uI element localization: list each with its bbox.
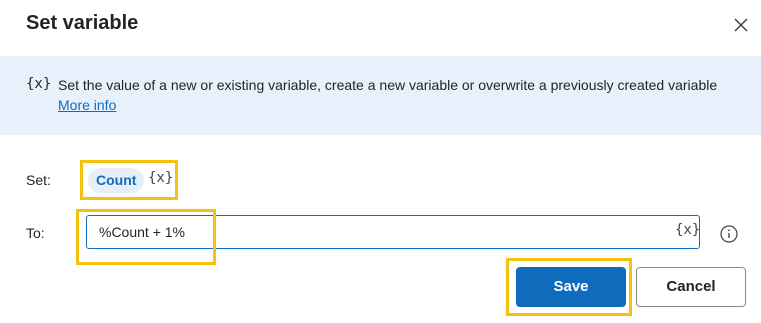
close-button[interactable] (728, 12, 754, 38)
info-banner: {x} Set the value of a new or existing v… (0, 56, 761, 135)
banner-text: Set the value of a new or existing varia… (58, 75, 738, 115)
banner-description: Set the value of a new or existing varia… (58, 77, 718, 93)
more-info-link[interactable]: More info (58, 97, 116, 113)
close-icon (734, 18, 748, 32)
value-picker-button[interactable]: {x} (675, 222, 700, 238)
set-label: Set: (26, 172, 51, 188)
set-variable-dialog: Set variable {x} Set the value of a new … (0, 0, 761, 323)
variable-icon: {x} (26, 76, 52, 92)
info-icon (720, 225, 738, 243)
info-button[interactable] (720, 225, 738, 243)
to-label: To: (26, 225, 45, 241)
to-highlight (76, 209, 216, 265)
variable-name-pill[interactable]: Count (88, 168, 145, 193)
save-button[interactable]: Save (516, 267, 626, 307)
dialog-title: Set variable (26, 12, 139, 34)
variable-picker-button[interactable]: {x} (148, 170, 173, 186)
cancel-button[interactable]: Cancel (636, 267, 746, 307)
